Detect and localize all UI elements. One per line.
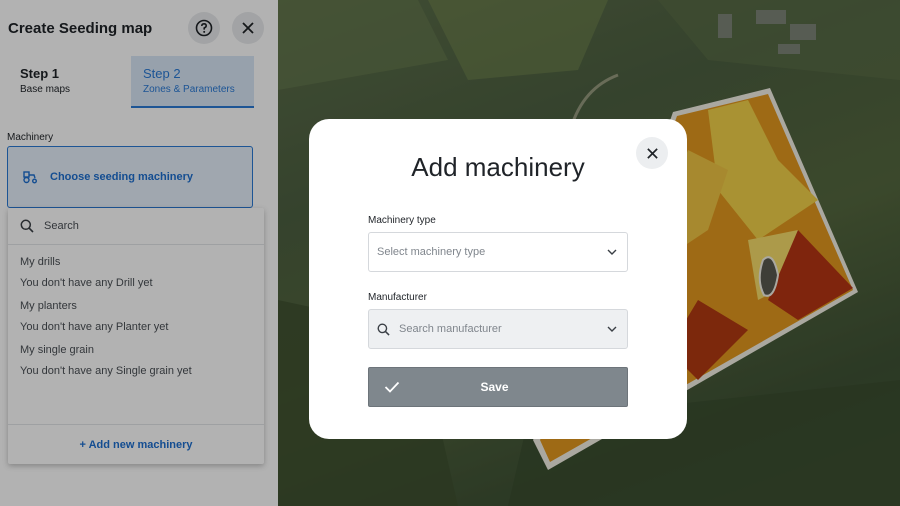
save-label: Save <box>480 380 509 394</box>
manufacturer-search-field[interactable]: Search manufacturer <box>368 309 628 349</box>
machinery-type-select[interactable]: Select machinery type <box>368 232 628 272</box>
machinery-type-placeholder: Select machinery type <box>377 246 486 258</box>
modal-title: Add machinery <box>411 152 585 182</box>
manufacturer-label: Manufacturer <box>368 292 427 303</box>
search-icon <box>377 323 390 336</box>
machinery-type-label: Machinery type <box>368 215 436 226</box>
checkmark-icon <box>384 381 400 393</box>
save-button[interactable]: Save <box>368 367 628 407</box>
chevron-down-icon <box>607 326 617 332</box>
chevron-down-icon <box>607 249 617 255</box>
manufacturer-placeholder: Search manufacturer <box>399 323 502 335</box>
add-machinery-modal: Add machinery Machinery type Select mach… <box>309 119 687 439</box>
